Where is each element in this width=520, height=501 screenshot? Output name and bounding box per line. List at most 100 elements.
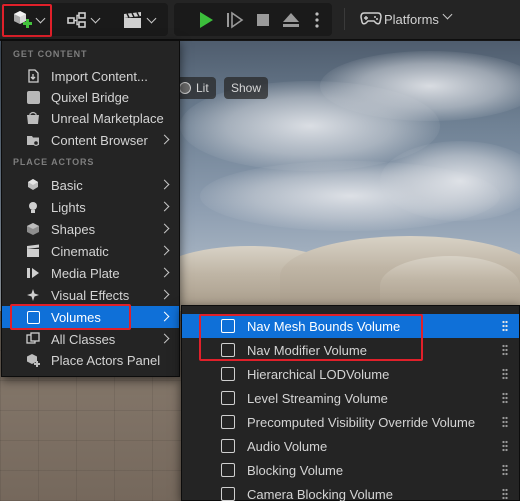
advance-frame-button[interactable] [222, 7, 248, 33]
skip-forward-icon [227, 11, 244, 29]
chevron-down-icon [442, 9, 453, 20]
stop-button[interactable] [251, 7, 275, 33]
chevron-right-icon [159, 333, 170, 344]
play-options-button[interactable] [308, 7, 326, 33]
drag-handle-icon[interactable] [502, 488, 508, 500]
stop-icon [257, 14, 269, 26]
audio-volume-icon [221, 439, 235, 453]
menu-item-volumes[interactable]: Volumes [2, 306, 179, 328]
drag-handle-icon[interactable] [502, 368, 508, 380]
menu-item-basic[interactable]: Basic [2, 174, 179, 196]
menu-item-all-classes[interactable]: All Classes [2, 328, 179, 350]
submenu-item-label: Hierarchical LODVolume [247, 367, 390, 382]
submenu-item-nav-mesh-bounds-volume[interactable]: Nav Mesh Bounds Volume [182, 314, 519, 338]
chevron-right-icon [159, 134, 170, 145]
menu-item-label: Unreal Marketplace [51, 111, 164, 126]
quick-add-menu: GET CONTENT Import Content... Quixel Bri… [1, 40, 180, 377]
drag-handle-icon[interactable] [502, 440, 508, 452]
platforms-label: Platforms [384, 12, 439, 27]
submenu-item-label: Precomputed Visibility Override Volume [247, 415, 476, 430]
menu-item-label: Visual Effects [51, 288, 130, 303]
drag-handle-icon[interactable] [502, 464, 508, 476]
menu-item-label: Media Plate [51, 266, 120, 281]
play-button[interactable] [194, 7, 218, 33]
level-streaming-volume-icon [221, 391, 235, 405]
play-icon [200, 12, 213, 28]
content-browser-icon [26, 133, 40, 147]
cinematics-button[interactable] [116, 7, 160, 33]
all-classes-icon [26, 332, 40, 346]
clapperboard-icon [123, 12, 141, 28]
chevron-right-icon [159, 311, 170, 322]
menu-item-import-content[interactable]: Import Content... [2, 65, 179, 87]
submenu-item-blocking-volume[interactable]: Blocking Volume [182, 458, 519, 482]
menu-item-label: Volumes [51, 310, 101, 325]
drag-handle-icon[interactable] [502, 392, 508, 404]
menu-item-label: Place Actors Panel [51, 353, 161, 368]
menu-item-visual-effects[interactable]: Visual Effects [2, 284, 179, 306]
visual-effects-icon [26, 288, 40, 302]
submenu-item-label: Audio Volume [247, 439, 328, 454]
chevron-right-icon [159, 289, 170, 300]
menu-item-label: Cinematic [51, 244, 109, 259]
chevron-down-icon [146, 13, 156, 23]
shapes-icon [26, 222, 40, 236]
menu-item-lights[interactable]: Lights [2, 196, 179, 218]
blueprints-button[interactable] [60, 7, 104, 33]
submenu-item-hierarchical-lod-volume[interactable]: Hierarchical LODVolume [182, 362, 519, 386]
drag-handle-icon[interactable] [502, 416, 508, 428]
submenu-item-label: Nav Mesh Bounds Volume [247, 319, 401, 334]
quixel-bridge-icon [26, 90, 40, 104]
quick-add-button[interactable] [4, 7, 50, 33]
create-toolbar-group [2, 3, 168, 36]
drag-handle-icon[interactable] [502, 344, 508, 356]
menu-item-label: Basic [51, 178, 83, 193]
menu-item-place-actors-panel[interactable]: Place Actors Panel [2, 349, 179, 371]
blocking-volume-icon [221, 463, 235, 477]
submenu-item-label: Level Streaming Volume [247, 391, 388, 406]
camera-blocking-volume-icon [221, 487, 235, 501]
menu-item-quixel-bridge[interactable]: Quixel Bridge [2, 86, 179, 108]
chevron-right-icon [159, 179, 170, 190]
media-plate-icon [26, 266, 40, 280]
menu-item-content-browser[interactable]: Content Browser [2, 129, 179, 151]
main-toolbar: Platforms [0, 0, 520, 40]
volumes-icon [26, 310, 40, 324]
chevron-right-icon [159, 201, 170, 212]
lit-sphere-icon [179, 82, 191, 94]
hierarchical-lod-volume-icon [221, 367, 235, 381]
eject-icon [283, 13, 299, 27]
submenu-item-level-streaming-volume[interactable]: Level Streaming Volume [182, 386, 519, 410]
marketplace-icon [26, 111, 40, 125]
submenu-item-precomputed-visibility-override-volume[interactable]: Precomputed Visibility Override Volume [182, 410, 519, 434]
quick-add-icon [13, 11, 32, 28]
submenu-item-label: Nav Modifier Volume [247, 343, 367, 358]
drag-handle-icon[interactable] [502, 320, 508, 332]
play-toolbar-group [174, 3, 332, 36]
chevron-down-icon [90, 13, 100, 23]
lights-icon [26, 200, 40, 214]
nav-modifier-volume-icon [221, 343, 235, 357]
submenu-item-audio-volume[interactable]: Audio Volume [182, 434, 519, 458]
basic-actors-icon [26, 178, 40, 192]
chevron-right-icon [159, 245, 170, 256]
section-header-place-actors: PLACE ACTORS [13, 157, 95, 167]
menu-item-label: Quixel Bridge [51, 90, 130, 105]
menu-item-media-plate[interactable]: Media Plate [2, 262, 179, 284]
chevron-right-icon [159, 223, 170, 234]
submenu-item-label: Blocking Volume [247, 463, 344, 478]
menu-item-cinematic[interactable]: Cinematic [2, 240, 179, 262]
blueprint-icon [66, 12, 86, 28]
submenu-item-nav-modifier-volume[interactable]: Nav Modifier Volume [182, 338, 519, 362]
eject-button[interactable] [278, 7, 304, 33]
cinematic-icon [26, 244, 40, 258]
show-flags-button[interactable]: Show [224, 77, 269, 99]
menu-item-shapes[interactable]: Shapes [2, 218, 179, 240]
volumes-submenu: Nav Mesh Bounds Volume Nav Modifier Volu… [181, 305, 520, 501]
section-header-get-content: GET CONTENT [13, 49, 88, 59]
chevron-right-icon [159, 267, 170, 278]
submenu-item-camera-blocking-volume[interactable]: Camera Blocking Volume [182, 482, 519, 501]
show-flags-label: Show [231, 81, 262, 95]
more-vertical-icon [315, 12, 319, 28]
menu-item-unreal-marketplace[interactable]: Unreal Marketplace [2, 107, 179, 129]
